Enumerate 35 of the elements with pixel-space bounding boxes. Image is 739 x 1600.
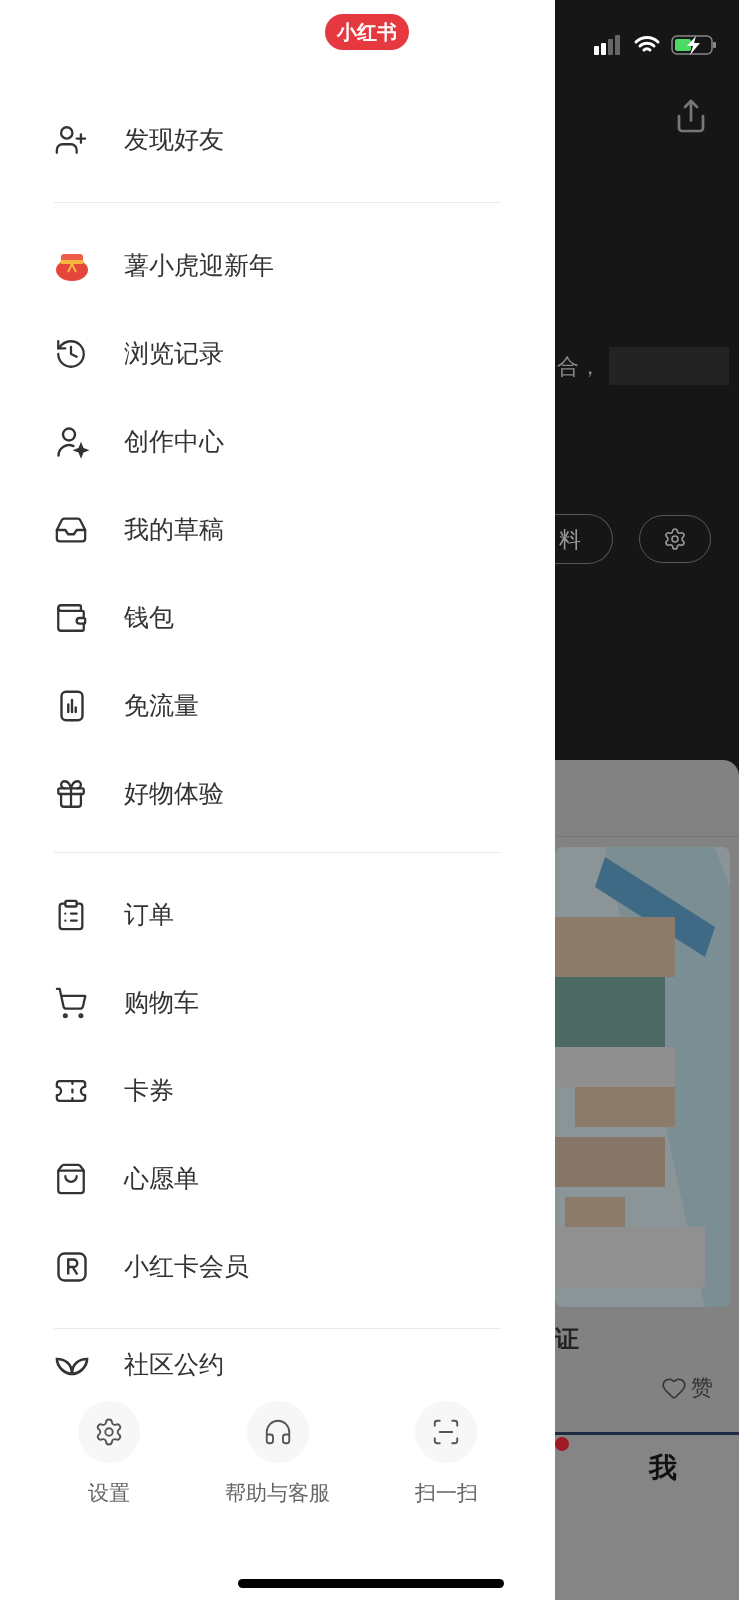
menu-item[interactable]: 我的草稿: [54, 486, 501, 574]
gift-icon: [54, 777, 88, 811]
add-friend-icon: [54, 123, 88, 157]
settings-icon: [663, 527, 687, 551]
wallet-icon: [54, 601, 88, 635]
bag-icon: [54, 1162, 88, 1196]
membership-card-icon: [54, 1249, 90, 1285]
menu-item[interactable]: 发现好友: [54, 96, 501, 184]
menu-item[interactable]: 免流量: [54, 662, 501, 750]
menu-item[interactable]: 薯小虎迎新年: [54, 222, 501, 310]
note-title: 证: [555, 1324, 580, 1354]
user-star-icon: [54, 424, 90, 460]
menu-item[interactable]: 心愿单: [54, 1135, 501, 1223]
menu-item[interactable]: 订单: [54, 871, 501, 959]
drawer-action[interactable]: 帮助与客服: [222, 1401, 333, 1509]
app-logo: 小红书: [324, 14, 409, 50]
signal-icon: [593, 34, 623, 56]
drawer-action[interactable]: 设置: [54, 1401, 164, 1509]
menu-item[interactable]: 创作中心: [54, 398, 501, 486]
profile-tab[interactable]: 我: [649, 1447, 677, 1489]
menu-item[interactable]: 小红卡会员: [54, 1223, 501, 1311]
menu-item[interactable]: 卡券: [54, 1047, 501, 1135]
settings-icon: [94, 1417, 124, 1447]
cart-icon: [54, 986, 88, 1020]
like-label: 赞: [691, 1374, 713, 1402]
menu-item[interactable]: 社区公约: [54, 1339, 501, 1391]
menu-item[interactable]: 好物体验: [54, 750, 501, 838]
menu-item[interactable]: 钱包: [54, 574, 501, 662]
profile-text: 合，: [556, 352, 601, 381]
battery-charging-icon: [671, 34, 717, 56]
menu-item[interactable]: 购物车: [54, 959, 501, 1047]
drawer-action[interactable]: 扫一扫: [391, 1401, 501, 1509]
history-icon: [54, 337, 88, 371]
scan-icon: [431, 1417, 461, 1447]
menu-item[interactable]: 浏览记录: [54, 310, 501, 398]
